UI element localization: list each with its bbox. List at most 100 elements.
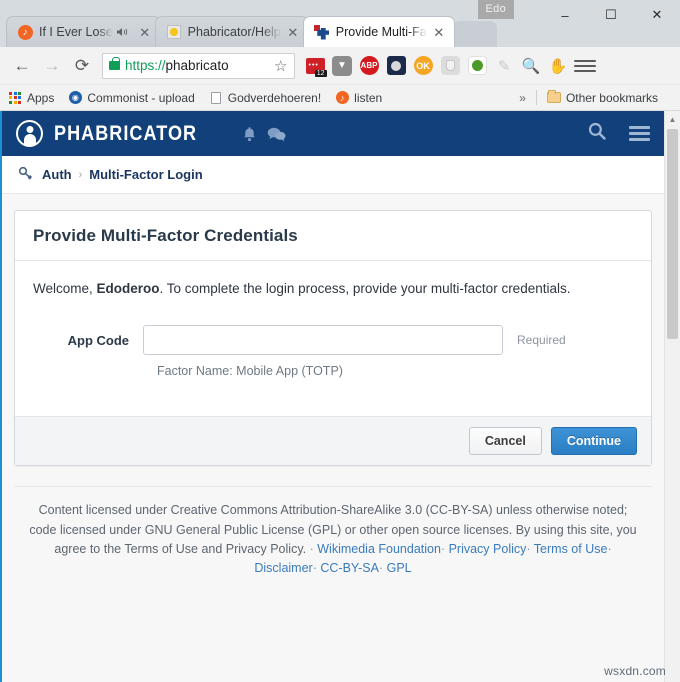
bookmark-star-icon[interactable]: ☆ [274,57,290,75]
bookmark-other-bookmarks[interactable]: Other bookmarks [546,90,658,105]
search-icon[interactable] [587,121,607,147]
breadcrumb-separator: › [78,168,83,181]
panel-spacer [33,378,633,412]
scrollbar-thumb[interactable] [667,129,678,339]
shield-icon[interactable] [438,54,462,78]
page-title: Provide Multi-Factor Credentials [33,226,298,245]
footer-link-privacy-policy[interactable]: Privacy Policy [449,542,527,556]
night-mode-icon[interactable] [384,54,408,78]
browser-tab-2[interactable]: Phabricator/Help ✕ [154,16,309,47]
footer-link-disclaimer[interactable]: Disclaimer [254,561,312,575]
welcome-suffix: . To complete the login process, provide… [159,281,571,296]
panel-header: Provide Multi-Factor Credentials [15,211,651,261]
app-code-input[interactable] [143,325,503,356]
tab-title: Phabricator/Help [187,25,281,39]
lock-icon [109,57,120,70]
minimize-button[interactable]: – [542,0,588,30]
bookmark-apps[interactable]: Apps [8,91,54,105]
panel-footer-actions: Cancel Continue [15,416,651,466]
browser-tab-3[interactable]: Provide Multi-Fa ✕ [302,16,455,47]
footer-link-terms-of-use[interactable]: Terms of Use [534,542,608,556]
paint-icon[interactable]: ✎ [492,54,516,78]
hand-icon[interactable]: ✋ [546,54,570,78]
menu-icon[interactable] [629,126,650,141]
bookmark-listen[interactable]: ♪ listen [335,91,382,105]
footer-dot: · [309,542,314,556]
phabricator-help-icon [166,24,182,40]
bookmark-label: Godverdehoeren! [227,90,322,105]
footer-link-cc-by-sa[interactable]: CC-BY-SA [320,561,379,575]
welcome-username: Edoderoo [96,281,160,296]
bookmarks-overflow-icon[interactable]: » [519,91,526,105]
page-column: PHABRICATOR Auth › Multi-Factor Login Pr… [2,111,664,682]
breadcrumb: Auth › Multi-Factor Login [2,156,664,194]
panel-body: Welcome, Edoderoo. To complete the login… [15,261,651,416]
maximize-button[interactable]: ☐ [588,0,634,30]
welcome-text: Welcome, Edoderoo. To complete the login… [33,279,633,299]
footer-dot: · [526,542,531,556]
multi-factor-panel: Provide Multi-Factor Credentials Welcome… [14,210,652,467]
tab-title: Provide Multi-Fa [335,25,427,39]
globe-translate-icon[interactable] [465,54,489,78]
phabricator-header-actions [587,121,650,147]
footer-dot: · [440,542,446,556]
extension-badge-count: 12 [314,69,327,77]
extension-toolbar: ••• 12 ▼ ABP OK ✎ 🔍 ✋ [303,54,597,78]
tab-close-icon[interactable]: ✕ [285,24,301,40]
rss-subscribe-icon[interactable]: ••• 12 [303,54,327,78]
footer-dot: · [312,561,317,576]
music-note-icon: ♪ [17,24,33,40]
url-scheme: https:// [125,58,166,73]
footer-link-wikimedia-foundation[interactable]: Wikimedia Foundation [317,542,441,556]
url-text: https://phabricato [125,58,272,73]
bookmarks-divider [535,90,537,105]
folder-icon [546,90,561,105]
zoom-search-icon[interactable]: 🔍 [519,54,543,78]
browser-tab-1[interactable]: ♪ If I Ever Lose ✕ [6,16,161,47]
breadcrumb-link-auth[interactable]: Auth [42,167,72,182]
phabricator-wikimedia-logo[interactable] [16,120,43,147]
required-note: Required [517,333,566,348]
downthemall-icon[interactable]: ▼ [330,54,354,78]
phabricator-header: PHABRICATOR [2,111,664,156]
tab-close-icon[interactable]: ✕ [137,24,153,40]
breadcrumb-current: Multi-Factor Login [89,167,203,182]
tab-close-icon[interactable]: ✕ [431,24,447,40]
page-scrollbar[interactable]: ▲ [664,111,680,682]
factor-name-caption: Factor Name: Mobile App (TOTP) [157,364,343,379]
bookmark-label: Commonist - upload [87,90,195,105]
key-icon [18,166,33,183]
footer-link-gpl[interactable]: GPL [387,561,412,575]
footer-dot: · [378,561,384,576]
site-footer: Content licensed under Creative Commons … [14,486,652,589]
close-button[interactable]: ✕ [634,0,680,30]
chat-icon[interactable] [267,126,286,142]
phabricator-wordmark[interactable]: PHABRICATOR [54,122,197,146]
profile-badge[interactable]: Edo [477,0,514,19]
adblock-plus-icon[interactable]: ABP [357,54,381,78]
cancel-button[interactable]: Cancel [468,427,542,456]
url-host: phabricato [165,58,229,73]
tab-audio-icon[interactable] [116,25,130,39]
bookmark-label: Apps [27,90,55,105]
bookmark-godverdehoeren[interactable]: Godverdehoeren! [209,91,321,105]
bookmark-commonist[interactable]: ◉ Commonist - upload [68,90,195,105]
address-bar[interactable]: https://phabricato ☆ [102,52,295,79]
forward-icon[interactable]: → [38,52,66,80]
new-tab-button[interactable] [452,21,497,47]
continue-button[interactable]: Continue [550,427,637,456]
commonist-icon: ◉ [68,91,82,105]
chrome-menu-icon[interactable] [573,54,597,78]
window-controls: – ☐ ✕ [542,0,680,30]
app-code-row: App Code Required [33,325,633,356]
bell-icon[interactable] [242,126,257,142]
apps-grid-icon [8,91,22,105]
document-icon [209,91,223,105]
page-viewport: PHABRICATOR Auth › Multi-Factor Login Pr… [0,111,680,682]
scroll-up-icon[interactable]: ▲ [665,111,680,127]
ok-icon[interactable]: OK [411,54,435,78]
back-icon[interactable]: ← [8,52,36,80]
app-code-label: App Code [67,332,129,348]
reload-icon[interactable]: ⟳ [68,52,96,80]
browser-window: ♪ If I Ever Lose ✕ Phabricator/Help ✕ Pr… [0,0,680,682]
